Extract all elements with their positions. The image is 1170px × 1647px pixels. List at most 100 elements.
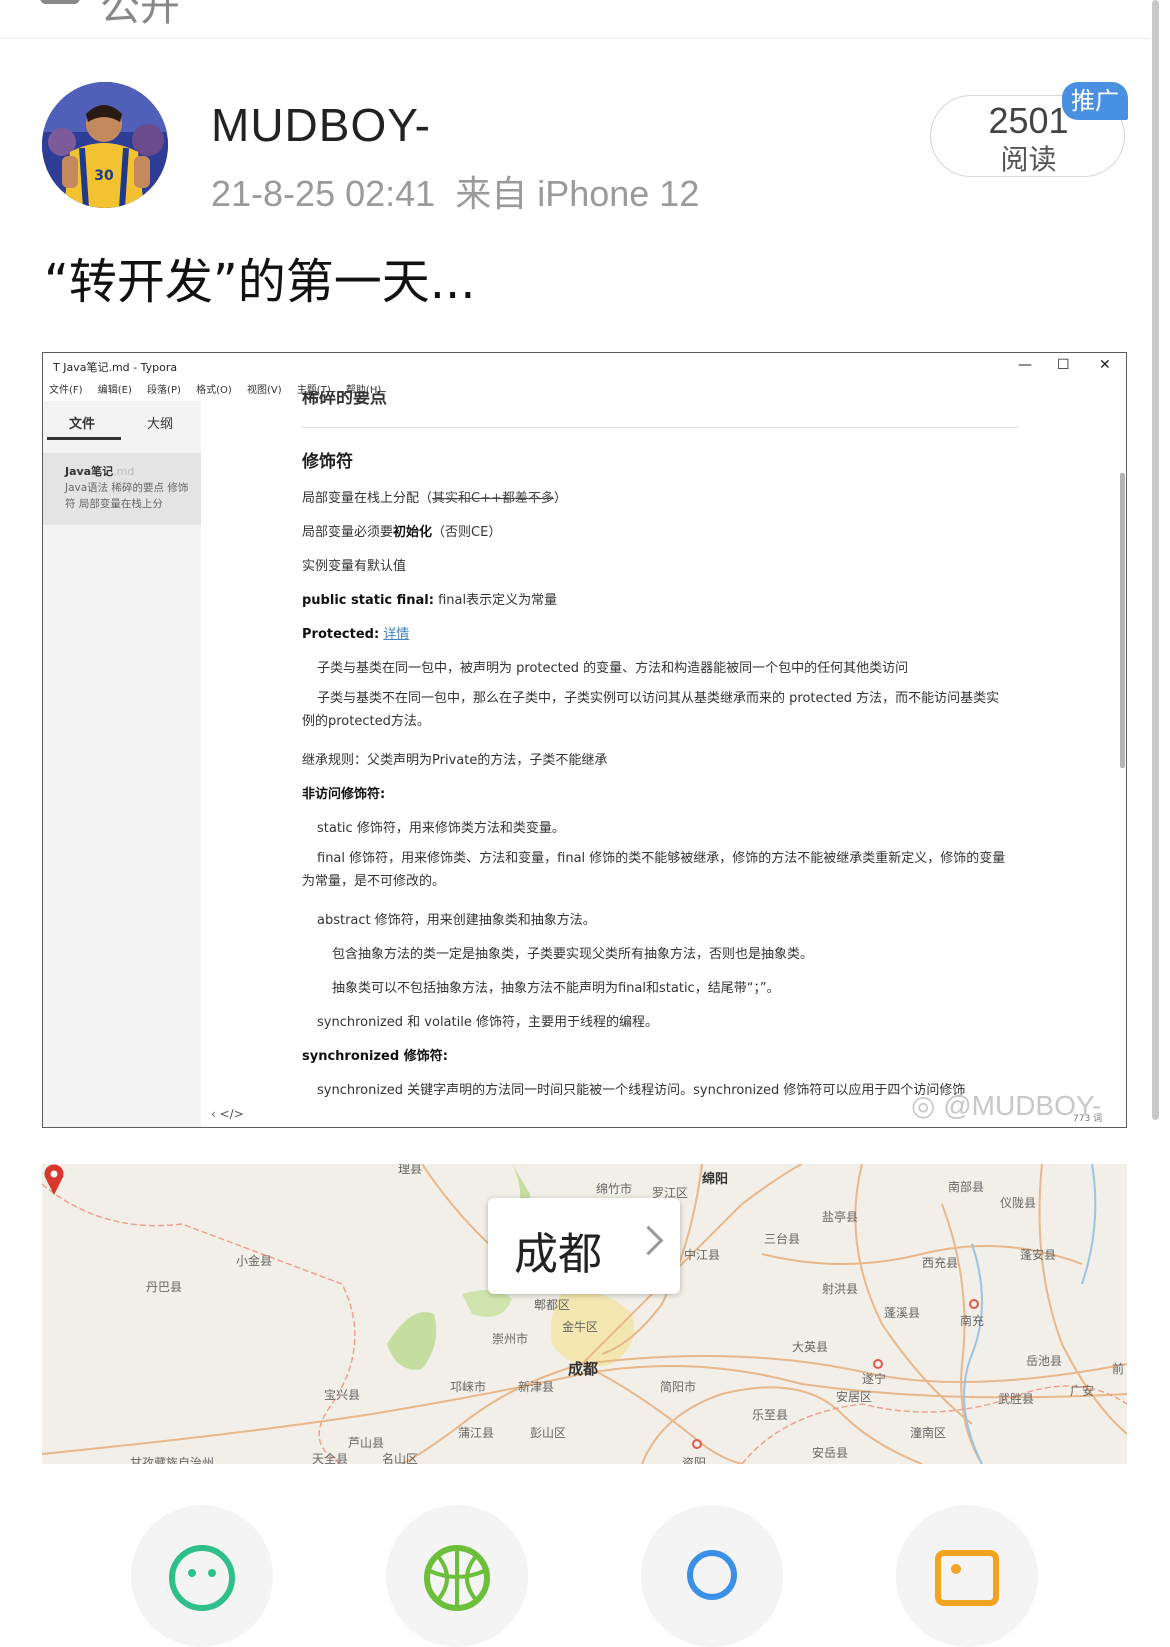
- close-icon: ✕: [1099, 357, 1111, 373]
- doc-line: 子类与基类在同一包中，被声明为 protected 的变量、方法和构造器能被同一…: [317, 661, 909, 676]
- menu-edit: 编辑(E): [97, 385, 132, 396]
- photo-icon: [935, 1550, 999, 1606]
- map-label: 安岳县: [812, 1446, 849, 1460]
- map-label: 天全县: [312, 1452, 349, 1464]
- avatar[interactable]: 30: [42, 82, 168, 208]
- map-label: 简阳市: [660, 1380, 697, 1394]
- map-label: 蓬安县: [1020, 1248, 1057, 1262]
- map-label: 宝兴县: [324, 1388, 361, 1402]
- post-meta: 21-8-25 02:41 来自 iPhone 12: [211, 165, 699, 217]
- map-label: 中江县: [684, 1248, 721, 1262]
- basketball-icon: [424, 1545, 490, 1611]
- doc-line: 包含抽象方法的类一定是抽象类，子类要实现父类所有抽象方法，否则也是抽象类。: [332, 947, 814, 962]
- doc-line: abstract 修饰符，用来创建抽象类和抽象方法。: [317, 913, 596, 928]
- maximize-icon: ☐: [1057, 357, 1070, 373]
- editor-scrollbar: [1120, 473, 1125, 768]
- promo-badge[interactable]: 推广: [1062, 82, 1128, 120]
- map-label: 郫都区: [534, 1298, 571, 1312]
- map-label: 邛崃市: [450, 1380, 487, 1394]
- map-label: 崇州市: [492, 1332, 529, 1346]
- doc-line: 非访问修饰符:: [302, 787, 386, 802]
- nav-bar: 公开: [0, 0, 1150, 39]
- map-label: 盐亭县: [822, 1210, 859, 1224]
- doc-line: synchronized 和 volatile 修饰符，主要用于线程的编程。: [317, 1015, 658, 1030]
- share-button[interactable]: [386, 1505, 528, 1647]
- window-title: T Java笔记.md - Typora: [53, 361, 178, 374]
- doc-line: Protected: 详情: [302, 627, 410, 642]
- weibo-logo-icon: ◎: [911, 1090, 936, 1121]
- doc-line: 子类与基类不在同一包中，那么在子类中，子类实例可以访问其从基类继承而来的 pro…: [302, 691, 1000, 729]
- map-label: 芦山县: [348, 1436, 385, 1450]
- tab-files: 文件: [69, 417, 96, 432]
- location-name: 成都: [514, 1229, 602, 1280]
- map-label: 彭山区: [530, 1426, 567, 1440]
- doc-heading-cut: 稀碎的要点: [302, 391, 387, 407]
- location-card[interactable]: 成都: [488, 1198, 680, 1294]
- detail-link: 详情: [383, 627, 410, 642]
- doc-line: 局部变量必须要初始化（否则CE）: [302, 525, 502, 540]
- map-label: 乐至县: [752, 1408, 789, 1422]
- doc-line: static 修饰符，用来修饰类方法和类变量。: [317, 821, 565, 836]
- menu-paragraph: 段落(P): [147, 385, 181, 396]
- map-label: 成都: [568, 1360, 599, 1378]
- post-time: 21-8-25 02:41: [211, 173, 436, 214]
- share-button[interactable]: [641, 1505, 783, 1647]
- back-icon[interactable]: [40, 0, 80, 4]
- menu-view: 视图(V): [246, 385, 282, 396]
- map-label: 蒲江县: [458, 1426, 495, 1440]
- map-label: 三台县: [764, 1232, 801, 1246]
- map-label: 武胜县: [998, 1392, 1035, 1406]
- username[interactable]: MUDBOY-: [211, 98, 431, 152]
- map-label: 新津县: [518, 1380, 555, 1394]
- map-label: 理县: [398, 1164, 423, 1176]
- share-button[interactable]: [896, 1505, 1038, 1647]
- doc-line: 抽象类可以不包括抽象方法，抽象方法不能声明为final和static，结尾带“；…: [332, 981, 780, 996]
- map-label: 南部县: [948, 1180, 985, 1194]
- post-image-screenshot[interactable]: T Java笔记.md - Typora — ☐ ✕ 文件(F) 编辑(E) 段…: [42, 352, 1127, 1128]
- map-label: 金牛区: [562, 1320, 599, 1334]
- map-label: 蓬溪县: [884, 1306, 921, 1320]
- post-text: “转开发”的第一天...: [44, 254, 476, 310]
- map-label: 前: [1112, 1362, 1125, 1376]
- map-label: 名山区: [382, 1452, 419, 1464]
- face-icon: [169, 1545, 235, 1611]
- tab-underline: [47, 437, 121, 440]
- read-label: 阅读: [1000, 143, 1057, 176]
- page-scrollbar[interactable]: [1152, 0, 1159, 1120]
- post-source: 来自 iPhone 12: [455, 173, 700, 214]
- map-label: 资阳: [682, 1456, 707, 1464]
- map-label: 南充: [960, 1314, 985, 1328]
- file-name: Java笔记.md: [65, 465, 135, 478]
- doc-line: 局部变量在栈上分配（其实和C++都差不多）: [302, 491, 567, 506]
- doc-heading: 修饰符: [302, 452, 353, 472]
- typora-icon: T: [53, 361, 64, 374]
- file-list-item: Java笔记.md Java语法 稀碎的要点 修饰符 局部变量在栈上分: [43, 453, 201, 525]
- nav-title: 公开: [100, 0, 180, 30]
- map-label: 岳池县: [1026, 1354, 1063, 1368]
- file-desc: Java语法 稀碎的要点 修饰符 局部变量在栈上分: [65, 482, 189, 510]
- map-label: 射洪县: [822, 1282, 859, 1296]
- doc-line: synchronized 关键字声明的方法同一时间只能被一个线程访问。synch…: [317, 1083, 966, 1098]
- map-label: 潼南区: [910, 1426, 947, 1440]
- map-pin-icon: [44, 1164, 64, 1195]
- svg-text:30: 30: [94, 168, 114, 184]
- map-label: 小金县: [236, 1254, 273, 1268]
- doc-line: public static final: final表示定义为常量: [302, 593, 558, 608]
- tab-outline: 大纲: [147, 417, 174, 432]
- map-label: 西充县: [922, 1256, 959, 1270]
- map-label: 绵竹市: [596, 1182, 633, 1196]
- map-label: 仪陇县: [1000, 1196, 1037, 1210]
- heading-rule: [302, 427, 1018, 428]
- map-label: 丹巴县: [146, 1280, 183, 1294]
- doc-line: 继承规则：父类声明为Private的方法，子类不能继承: [302, 753, 608, 768]
- map-label: 绵阳: [702, 1172, 729, 1187]
- map-label: 大英县: [792, 1340, 829, 1354]
- map-label: 安居区: [836, 1390, 873, 1404]
- map-label: 甘孜藏族自治州: [130, 1456, 215, 1464]
- share-button[interactable]: [131, 1505, 273, 1647]
- sidebar-footer-nav: ‹ </>: [211, 1107, 244, 1121]
- minimize-icon: —: [1018, 357, 1032, 373]
- menu-format: 格式(O): [196, 385, 232, 396]
- location-map[interactable]: 理县 绵竹市 罗江区 绵阳 南部县 仪陇县 盐亭县 三台县 中江县 小金县 丹巴…: [42, 1164, 1127, 1464]
- weibo-watermark: ◎ @MUDBOY-: [911, 1090, 1102, 1121]
